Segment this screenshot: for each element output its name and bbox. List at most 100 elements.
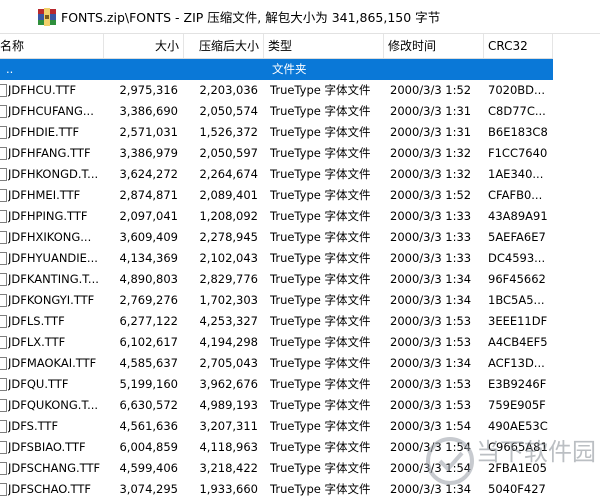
file-packed: 4,118,963 <box>199 440 258 454</box>
file-row[interactable]: JDFHXIKONG... 3,609,409 2,278,945 TrueType … <box>0 227 553 248</box>
file-icon <box>0 126 7 139</box>
file-type: TrueType 字体文件 <box>270 377 371 391</box>
parent-folder-row[interactable]: .. 文件夹 <box>0 59 553 80</box>
column-crc-header[interactable]: CRC32 <box>484 34 553 58</box>
file-icon <box>0 294 7 307</box>
file-type: TrueType 字体文件 <box>270 83 371 97</box>
file-size: 4,599,406 <box>119 461 178 475</box>
file-type: TrueType 字体文件 <box>270 335 371 349</box>
column-type-header[interactable]: 类型 <box>264 34 384 58</box>
file-icon <box>0 231 7 244</box>
file-modified: 2000/3/3 1:52 <box>390 83 472 97</box>
file-type: TrueType 字体文件 <box>270 419 371 433</box>
file-packed: 2,102,043 <box>199 251 258 265</box>
archive-path-text: FONTS.zip\FONTS - ZIP 压缩文件, 解包大小为 341,86… <box>61 10 441 25</box>
file-modified: 2000/3/3 1:33 <box>390 230 472 244</box>
file-size: 3,609,409 <box>119 230 178 244</box>
file-type: TrueType 字体文件 <box>270 146 371 160</box>
file-packed: 1,702,303 <box>199 293 258 307</box>
file-modified: 2000/3/3 1:31 <box>390 125 472 139</box>
file-crc: E3B9246F <box>488 377 547 391</box>
file-packed: 1,208,092 <box>199 209 258 223</box>
file-crc: 759E905F <box>488 398 546 412</box>
file-packed: 2,050,574 <box>199 104 258 118</box>
file-icon <box>0 399 7 412</box>
file-size: 6,630,572 <box>119 398 178 412</box>
column-modified-header[interactable]: 修改时间 <box>384 34 484 58</box>
file-type: TrueType 字体文件 <box>270 293 371 307</box>
file-packed: 3,962,676 <box>199 377 258 391</box>
parent-folder-name: .. <box>6 62 14 76</box>
file-packed: 4,989,193 <box>199 398 258 412</box>
file-name: JDFHMEI.TTF <box>8 188 81 202</box>
file-size: 6,277,122 <box>119 314 178 328</box>
file-type: TrueType 字体文件 <box>270 209 371 223</box>
file-crc: ACF13D... <box>488 356 545 370</box>
file-name: JDFHKONGD.T... <box>8 167 99 181</box>
file-size: 4,585,637 <box>119 356 178 370</box>
file-row[interactable]: JDFHPING.TTF 2,097,041 1,208,092 TrueType 字… <box>0 206 553 227</box>
file-name: JDFLX.TTF <box>8 335 66 349</box>
column-packed-header[interactable]: 压缩后大小 <box>184 34 264 58</box>
column-name-label: 名称 <box>0 39 25 53</box>
file-row[interactable]: JDFHCU.TTF 2,975,316 2,203,036 TrueType 字体文… <box>0 80 553 101</box>
column-size-header[interactable]: 大小 <box>104 34 184 58</box>
file-crc: 43A89A91 <box>488 209 548 223</box>
file-row[interactable]: JDFHMEI.TTF 2,874,871 2,089,401 TrueType 字体… <box>0 185 553 206</box>
file-modified: 2000/3/3 1:34 <box>390 293 472 307</box>
file-modified: 2000/3/3 1:33 <box>390 251 472 265</box>
file-crc: 7020BD... <box>488 83 545 97</box>
file-row[interactable]: JDFHFANG.TTF 3,386,979 2,050,597 TrueType 字… <box>0 143 553 164</box>
file-name: JDFHCU.TTF <box>8 83 77 97</box>
file-crc: F1CC7640 <box>488 146 548 160</box>
file-type: TrueType 字体文件 <box>270 461 371 475</box>
file-name: JDFHPING.TTF <box>8 209 88 223</box>
file-row[interactable]: JDFKANTING.T... 4,890,803 2,829,776 TrueTyp… <box>0 269 553 290</box>
file-name: JDFHYUANDIE... <box>8 251 98 265</box>
file-row[interactable]: JDFQUKONG.T... 6,630,572 4,989,193 TrueType… <box>0 395 553 416</box>
file-icon <box>0 84 7 97</box>
file-size: 5,199,160 <box>119 377 178 391</box>
file-packed: 3,218,422 <box>199 461 258 475</box>
file-row[interactable]: JDFLS.TTF 6,277,122 4,253,327 TrueType 字体文件… <box>0 311 553 332</box>
file-row[interactable]: JDFMAOKAI.TTF 4,585,637 2,705,043 TrueType … <box>0 353 553 374</box>
file-packed: 2,264,674 <box>199 167 258 181</box>
file-icon <box>0 315 7 328</box>
file-crc: 3EEE11DF <box>488 314 548 328</box>
file-type: TrueType 字体文件 <box>270 104 371 118</box>
file-type: TrueType 字体文件 <box>270 356 371 370</box>
file-row[interactable]: JDFKONGYI.TTF 2,769,276 1,702,303 TrueType … <box>0 290 553 311</box>
file-crc: CFAFB0... <box>488 188 543 202</box>
column-name-header[interactable]: 名称 <box>0 34 104 58</box>
file-crc: B6E183C8 <box>488 125 548 139</box>
file-icon <box>0 357 7 370</box>
file-row[interactable]: JDFHYUANDIE... 4,134,369 2,102,043 TrueType… <box>0 248 553 269</box>
file-icon <box>0 441 7 454</box>
column-size-label: 大小 <box>154 39 179 53</box>
file-row[interactable]: JDFHCUFANG... 3,386,690 2,050,574 TrueType … <box>0 101 553 122</box>
file-icon <box>0 483 7 496</box>
file-size: 2,975,316 <box>119 83 178 97</box>
file-packed: 4,253,327 <box>199 314 258 328</box>
file-name: JDFKANTING.T... <box>8 272 99 286</box>
file-icon <box>0 378 7 391</box>
file-size: 2,097,041 <box>119 209 178 223</box>
file-icon <box>0 105 7 118</box>
file-packed: 2,203,036 <box>199 83 258 97</box>
file-row[interactable]: JDFHDIE.TTF 2,571,031 1,526,372 TrueType 字体… <box>0 122 553 143</box>
file-name: JDFQUKONG.T... <box>8 398 99 412</box>
file-modified: 2000/3/3 1:32 <box>390 146 472 160</box>
file-type: TrueType 字体文件 <box>270 188 371 202</box>
file-crc: 96F45662 <box>488 272 546 286</box>
file-row[interactable]: JDFHKONGD.T... 3,624,272 2,264,674 TrueType… <box>0 164 553 185</box>
file-size: 3,624,272 <box>119 167 178 181</box>
file-size: 3,386,979 <box>119 146 178 160</box>
file-row[interactable]: JDFLX.TTF 6,102,617 4,194,298 TrueType 字体文件… <box>0 332 553 353</box>
parent-folder-type: 文件夹 <box>272 62 307 76</box>
file-name: JDFKONGYI.TTF <box>8 293 95 307</box>
file-name: JDFHFANG.TTF <box>8 146 91 160</box>
file-name: JDFHXIKONG... <box>8 230 92 244</box>
file-row[interactable]: JDFQU.TTF 5,199,160 3,962,676 TrueType 字体文件… <box>0 374 553 395</box>
file-icon <box>0 210 7 223</box>
file-name: JDFLS.TTF <box>8 314 65 328</box>
